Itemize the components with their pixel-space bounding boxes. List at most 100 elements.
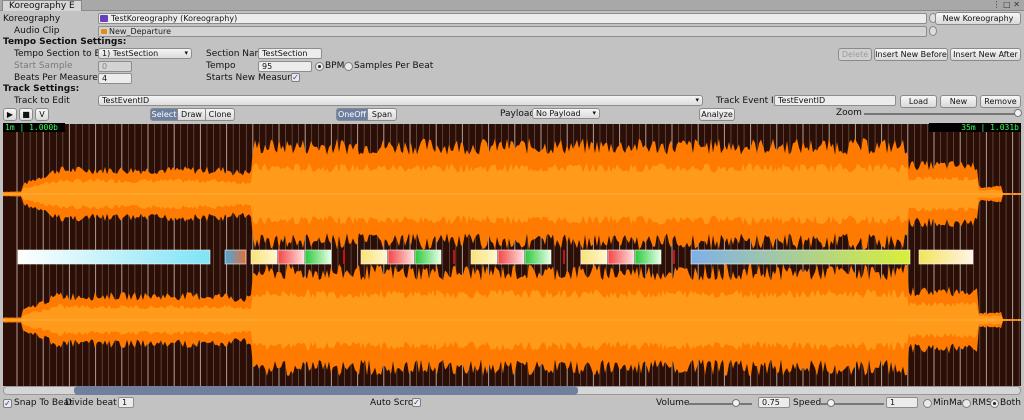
starts-new-measure-label: Starts New Measure <box>206 73 297 83</box>
zoom-label: Zoom <box>836 108 862 118</box>
tempo-field[interactable]: 95 <box>258 61 312 72</box>
speed-slider-knob[interactable] <box>827 399 835 407</box>
play-button[interactable]: ▶ <box>3 108 17 121</box>
event-oneoff-marker <box>673 250 675 264</box>
event-span-marker <box>634 249 662 265</box>
scrollbar-thumb[interactable] <box>74 386 578 395</box>
oneoff-button[interactable]: OneOff <box>336 108 368 121</box>
event-span-marker <box>580 249 608 265</box>
koreography-field[interactable]: TestKoreography (Koreography) <box>98 13 927 24</box>
payload-value: No Payload <box>536 109 581 118</box>
v-button[interactable]: V <box>35 108 49 121</box>
draw-mode-button[interactable]: Draw <box>177 108 206 121</box>
zoom-slider-track[interactable] <box>864 113 1018 115</box>
koreography-label: Koreography <box>3 14 61 24</box>
event-span-marker <box>387 249 415 265</box>
timeline-end-readout: 35m | 1.031b <box>929 123 1021 132</box>
chevron-down-icon: ▾ <box>184 49 188 57</box>
track-to-edit-label: Track to Edit <box>14 96 70 106</box>
bpm-radio[interactable] <box>315 62 324 71</box>
tempo-label: Tempo <box>206 61 236 71</box>
rms-radio[interactable] <box>962 399 971 408</box>
section-name-field[interactable]: TestSection <box>258 48 322 59</box>
bpm-label: BPM <box>325 61 345 71</box>
span-button[interactable]: Span <box>367 108 397 121</box>
tempo-section-dropdown-value: 1) TestSection <box>102 49 159 58</box>
koreography-asset-icon <box>100 15 108 22</box>
event-span-marker <box>17 249 211 265</box>
divide-beat-field[interactable]: 1 <box>118 397 134 408</box>
tempo-section-dropdown[interactable]: 1) TestSection ▾ <box>98 48 192 59</box>
event-span-marker <box>470 249 498 265</box>
samples-per-beat-label: Samples Per Beat <box>354 61 434 71</box>
event-span-marker <box>414 249 442 265</box>
event-span-marker <box>277 249 305 265</box>
delete-button[interactable]: Delete <box>838 48 872 61</box>
track-settings-header: Track Settings: <box>3 84 80 94</box>
payload-dropdown[interactable]: No Payload ▾ <box>532 108 600 119</box>
event-span-marker <box>224 249 247 265</box>
chevron-down-icon: ▾ <box>695 96 699 104</box>
event-span-marker <box>690 249 911 265</box>
event-span-marker <box>607 249 635 265</box>
audio-picker-icon[interactable] <box>929 26 937 36</box>
volume-field[interactable]: 0.75 <box>758 397 790 408</box>
minmax-radio[interactable] <box>923 399 932 408</box>
auto-scroll-checkbox[interactable]: ✓ <box>412 398 421 407</box>
event-span-marker <box>524 249 552 265</box>
remove-button[interactable]: Remove <box>980 95 1021 108</box>
volume-slider-knob[interactable] <box>732 399 740 407</box>
event-span-marker <box>250 249 278 265</box>
stop-button[interactable]: ■ <box>19 108 33 121</box>
event-oneoff-marker <box>563 250 565 264</box>
start-sample-label: Start Sample <box>14 61 73 71</box>
event-span-marker <box>918 249 974 265</box>
audio-clip-icon <box>101 29 107 34</box>
snap-to-beat-checkbox[interactable]: ✓ <box>3 399 12 408</box>
beats-per-measure-field[interactable]: 4 <box>98 73 132 84</box>
new-track-button[interactable]: New <box>940 95 977 108</box>
tempo-section-header: Tempo Section Settings: <box>3 37 127 47</box>
audio-clip-field[interactable]: New_Departure <box>98 26 927 37</box>
volume-slider-track[interactable] <box>688 403 752 405</box>
samples-per-beat-radio[interactable] <box>344 62 353 71</box>
track-to-edit-value: TestEventID <box>102 96 150 105</box>
waveform-panel[interactable] <box>3 124 1021 386</box>
volume-label: Volume <box>656 398 690 408</box>
zoom-slider-knob[interactable] <box>1014 109 1022 117</box>
beats-per-measure-label: Beats Per Measure <box>14 73 98 83</box>
analyze-button[interactable]: Analyze <box>699 108 735 121</box>
track-to-edit-dropdown[interactable]: TestEventID ▾ <box>98 95 703 106</box>
select-mode-button[interactable]: Select <box>150 108 178 121</box>
event-span-marker <box>304 249 332 265</box>
start-sample-field: 0 <box>98 61 132 72</box>
snap-to-beat-label: Snap To Beat <box>14 398 73 408</box>
track-event-id-label: Track Event ID <box>716 96 781 106</box>
track-event-id-field[interactable]: TestEventID <box>774 95 896 106</box>
audio-clip-value: New_Departure <box>109 27 172 36</box>
timeline-start-readout: 1m | 1.000b <box>3 123 65 132</box>
insert-new-before-button[interactable]: Insert New Before <box>874 48 948 61</box>
event-oneoff-marker <box>343 250 345 264</box>
event-span-marker <box>360 249 388 265</box>
event-span-marker <box>497 249 525 265</box>
starts-new-measure-checkbox[interactable]: ✓ <box>291 73 300 82</box>
speed-label: Speed <box>793 398 822 408</box>
load-button[interactable]: Load <box>900 95 937 108</box>
event-oneoff-marker <box>453 250 455 264</box>
insert-new-after-button[interactable]: Insert New After <box>950 48 1021 61</box>
both-label: Both <box>1000 398 1021 408</box>
window-tab-bar <box>0 0 1024 11</box>
audio-clip-label: Audio Clip <box>14 26 60 36</box>
window-tab-icons[interactable]: ⋮ □ ✕ <box>993 0 1020 11</box>
window-tab[interactable]: Koreography E <box>2 0 82 11</box>
new-koreography-button[interactable]: New Koreography <box>935 12 1021 25</box>
payload-label: Payload <box>500 109 536 119</box>
waveform-canvas[interactable] <box>3 124 1021 386</box>
chevron-down-icon: ▾ <box>592 109 596 117</box>
koreography-value: TestKoreography (Koreography) <box>111 14 238 23</box>
rms-label: RMS <box>972 398 992 408</box>
both-radio[interactable] <box>990 399 999 408</box>
speed-field[interactable]: 1 <box>886 397 918 408</box>
clone-mode-button[interactable]: Clone <box>205 108 235 121</box>
